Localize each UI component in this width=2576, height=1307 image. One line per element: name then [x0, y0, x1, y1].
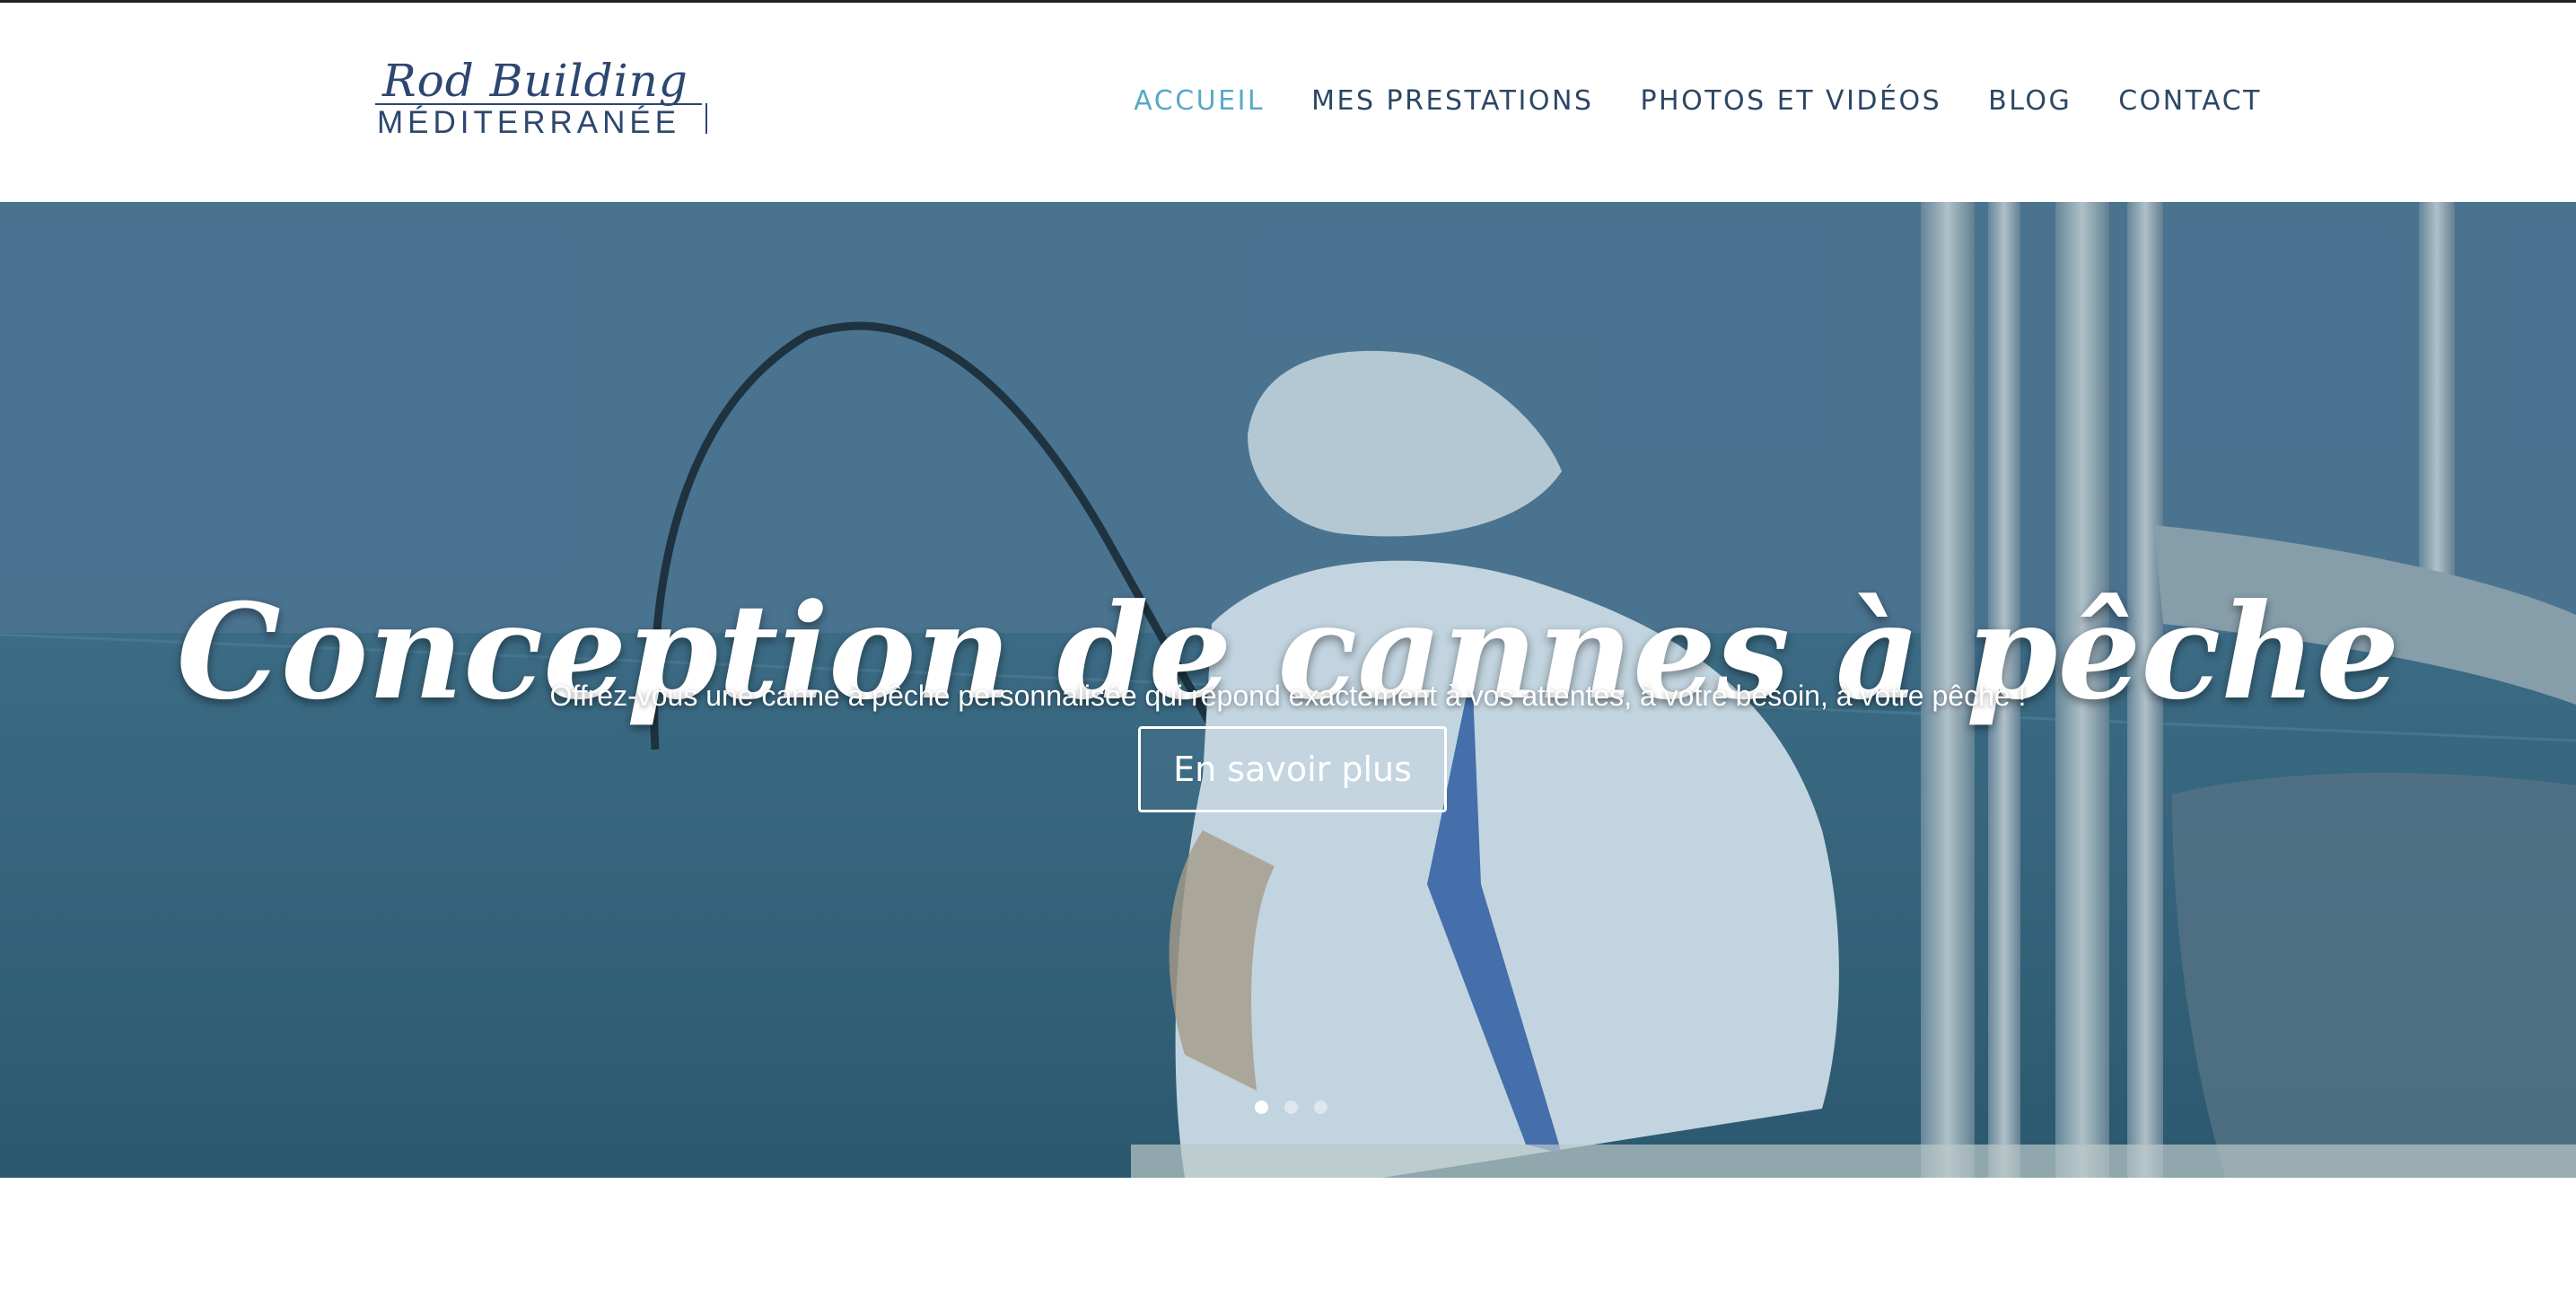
logo-sub-text: MÉDITERRANÉE: [377, 105, 681, 140]
hero-slider: Conception de cannes à pêche Offrez-vous…: [0, 202, 2576, 1178]
slide-dot-3[interactable]: [1314, 1101, 1327, 1114]
slide-dot-1[interactable]: [1255, 1101, 1268, 1114]
site-logo[interactable]: Rod Building MÉDITERRANÉE: [375, 55, 709, 141]
main-nav: ACCUEIL MES PRESTATIONS PHOTOS ET VIDÉOS…: [1134, 85, 2262, 117]
site-header: Rod Building MÉDITERRANÉE ACCUEIL MES PR…: [0, 3, 2576, 202]
slide-dot-2[interactable]: [1284, 1101, 1298, 1114]
nav-item-contact[interactable]: CONTACT: [2118, 85, 2262, 117]
slider-pagination: [1255, 1101, 1327, 1114]
logo-script-text: Rod Building: [382, 55, 688, 107]
hero-subtitle: Offrez-vous une canne à pêche personnali…: [549, 680, 2027, 712]
nav-item-blog[interactable]: BLOG: [1988, 85, 2072, 117]
logo-bracket: [700, 103, 707, 134]
nav-item-accueil[interactable]: ACCUEIL: [1134, 85, 1265, 117]
nav-item-photos-et-videos[interactable]: PHOTOS ET VIDÉOS: [1640, 85, 1941, 117]
learn-more-button[interactable]: En savoir plus: [1138, 726, 1447, 812]
nav-item-mes-prestations[interactable]: MES PRESTATIONS: [1311, 85, 1593, 117]
